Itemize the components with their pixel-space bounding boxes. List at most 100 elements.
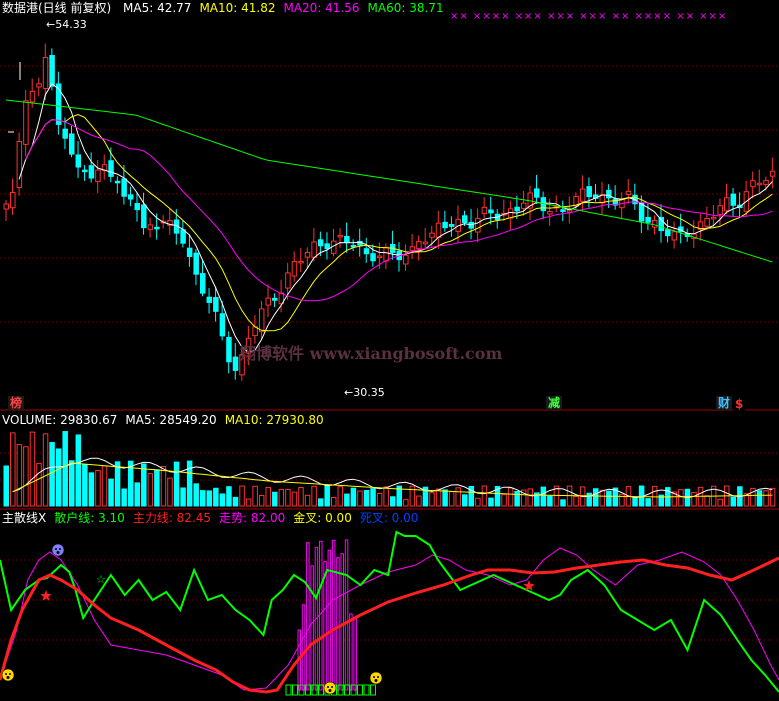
indicator-bar <box>353 616 357 691</box>
volume-bar <box>147 473 154 507</box>
candle-body <box>114 180 121 184</box>
candle-body <box>363 248 370 255</box>
high-price-label: ←54.33 <box>46 18 87 31</box>
candle-body <box>750 180 756 188</box>
candle-body <box>141 204 147 229</box>
candle-body <box>36 83 42 88</box>
indicator-bar <box>319 540 323 691</box>
candle-body <box>337 234 344 238</box>
candle-body <box>730 193 737 206</box>
candle-body <box>213 297 219 312</box>
event-marker-bang[interactable]: 榜 <box>8 396 25 410</box>
candle-body <box>88 165 95 179</box>
volume-bar <box>200 490 206 507</box>
volume-bar <box>121 488 127 507</box>
candle-body <box>134 203 140 211</box>
candle-body <box>507 208 514 219</box>
volume-bar <box>769 487 776 507</box>
volume-bar <box>514 490 520 507</box>
volume-bar <box>160 465 167 507</box>
candle-body <box>671 231 678 241</box>
volume-bar <box>291 491 298 507</box>
volume-bar <box>337 486 344 507</box>
sad-face-icon-eye <box>59 548 61 550</box>
candle-body <box>429 232 435 238</box>
red-star-icon <box>40 590 52 601</box>
candle-body <box>291 261 298 277</box>
candle-body <box>75 154 82 168</box>
volume-bar <box>258 495 265 507</box>
volume-bar <box>173 461 180 507</box>
volume-bar <box>82 463 88 507</box>
candle-body <box>95 169 101 183</box>
volume-bar <box>10 432 16 507</box>
candle-body <box>606 189 612 199</box>
candle-body <box>42 56 49 90</box>
volume-bar <box>265 486 271 507</box>
retail-line <box>0 530 779 693</box>
volume-bar <box>193 483 199 507</box>
candle-body <box>488 209 494 214</box>
base-bar <box>363 684 370 696</box>
volume-bar <box>75 434 82 507</box>
candle-body <box>200 273 206 294</box>
sad-face-icon <box>51 543 65 557</box>
volume-bar <box>560 499 566 507</box>
volume-bar <box>213 487 219 507</box>
gold-face-icon-mouth <box>374 679 378 682</box>
candle-body <box>534 188 540 198</box>
volume-bar <box>691 491 697 507</box>
volume-bar <box>29 431 36 507</box>
indicator-bar <box>301 604 306 691</box>
candle-body <box>311 241 317 258</box>
line-indicator-4: 金叉: 0.00 <box>293 511 352 525</box>
volume-bar <box>69 460 75 507</box>
volume-bar <box>324 485 330 507</box>
volume-header: VOLUME: 29830.67 MA5: 28549.20 MA10: 27930… <box>2 413 324 427</box>
volume-bar <box>501 494 507 507</box>
candle-body <box>219 313 226 337</box>
candle-body <box>514 206 520 212</box>
candle-body <box>763 180 769 185</box>
gold-face-icon <box>369 671 383 685</box>
candle-body <box>258 308 265 333</box>
volume-bar <box>403 499 409 507</box>
event-marker-dollar[interactable]: $ <box>733 397 746 411</box>
candle-body <box>645 216 651 223</box>
gold-face-icon-eye <box>9 673 11 675</box>
signal-x-marks: ×× ×××× ××× ××× ××× ×× ×××× ×× ××× <box>450 11 728 22</box>
candle-body <box>127 194 134 200</box>
gold-face-icon <box>1 668 15 682</box>
ma-indicator-3: MA60: 38.71 <box>367 1 444 15</box>
candle-body <box>272 297 278 301</box>
event-marker-jian[interactable]: 减 <box>546 396 563 410</box>
gold-face-icon-eye <box>377 676 379 678</box>
volume-bar <box>632 497 638 507</box>
volume-bar <box>455 487 461 507</box>
base-bar <box>357 684 363 696</box>
indicator-header: 主散线X 散户线: 3.10 主力线: 82.45 走势: 82.00 金叉: 0.00… <box>2 511 418 525</box>
volume-bar <box>717 498 723 507</box>
candle-body <box>285 272 291 289</box>
volume-bar <box>573 496 579 507</box>
volume-bar <box>55 448 62 507</box>
sad-face-icon-eye <box>55 548 57 550</box>
stock-title: 数据港(日线 前复权) <box>2 1 112 15</box>
volume-bar <box>108 478 114 507</box>
volume-bar <box>62 431 68 507</box>
event-marker-cai[interactable]: 财 <box>716 396 733 410</box>
candle-body <box>422 241 429 245</box>
volume-bar <box>304 494 311 507</box>
volume-bar <box>383 486 389 507</box>
candle-body <box>717 205 723 215</box>
volume-bar <box>49 442 55 507</box>
candle-body <box>226 337 232 363</box>
low-price-label: ←30.35 <box>344 386 385 399</box>
volume-bar <box>540 486 547 507</box>
candle-body <box>416 241 422 250</box>
volume-bar <box>219 493 226 507</box>
indicator-bar <box>344 539 349 691</box>
candle-body <box>3 203 9 210</box>
candle-body <box>121 178 127 197</box>
volume-bar <box>429 492 435 507</box>
